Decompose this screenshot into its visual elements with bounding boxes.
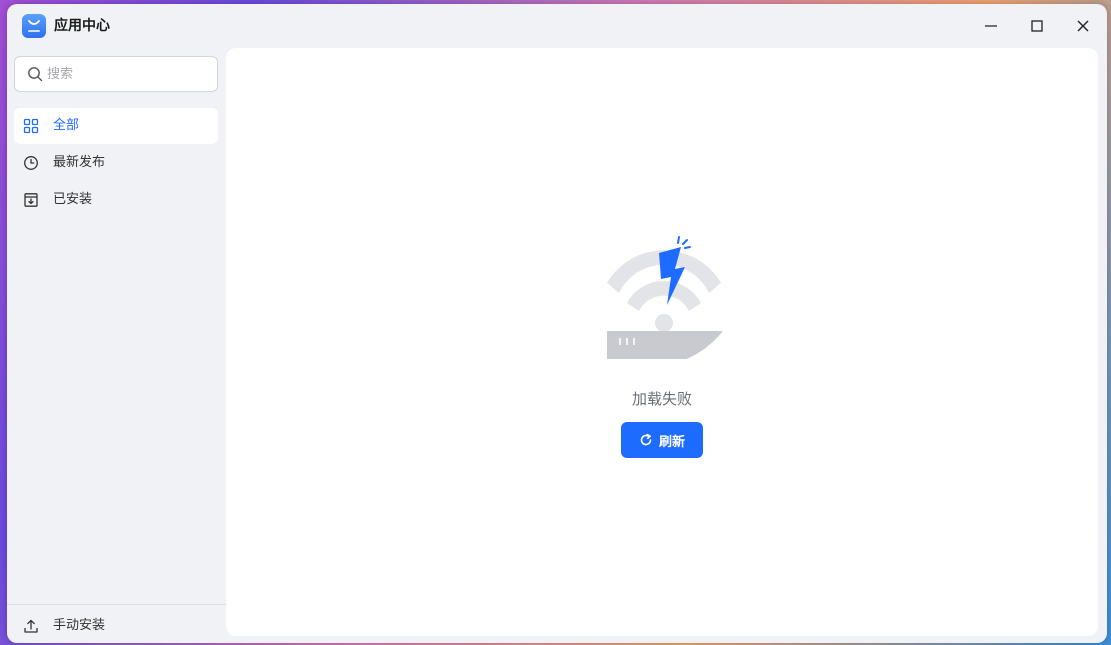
sidebar-item-all[interactable]: 全部 bbox=[14, 108, 218, 144]
refresh-label: 刷新 bbox=[658, 434, 685, 450]
app-window: 应用中心 搜索 全部 最新发布 已安装 手动安装 加载失败 刷新 bbox=[7, 4, 1107, 643]
sidebar-item-installed[interactable]: 已安装 bbox=[14, 182, 218, 218]
load-failed-text: 加载失败 bbox=[631, 390, 692, 408]
upload-icon bbox=[24, 619, 38, 633]
clock-icon bbox=[24, 156, 38, 170]
title-bar[interactable]: 应用中心 bbox=[7, 4, 1107, 48]
grid-icon bbox=[23, 118, 39, 134]
main-content: 加载失败 刷新 bbox=[226, 48, 1098, 636]
minimize-button[interactable] bbox=[976, 12, 1006, 40]
refresh-icon bbox=[640, 433, 652, 446]
manual-install-button[interactable]: 手动安装 bbox=[14, 609, 218, 643]
close-button[interactable] bbox=[1068, 12, 1098, 40]
sidebar-item-label: 已安装 bbox=[53, 192, 93, 207]
refresh-button[interactable]: 刷新 bbox=[621, 422, 703, 458]
search-box[interactable] bbox=[14, 56, 218, 92]
app-title: 应用中心 bbox=[54, 18, 110, 34]
maximize-icon bbox=[1031, 20, 1043, 32]
network-error-icon bbox=[607, 236, 723, 359]
sidebar-item-label: 全部 bbox=[53, 118, 80, 133]
sidebar: 全部 最新发布 已安装 手动安装 bbox=[7, 48, 226, 643]
store-icon bbox=[22, 14, 46, 38]
close-icon bbox=[1077, 20, 1089, 32]
sidebar-item-label: 最新发布 bbox=[53, 155, 106, 170]
install-box-icon bbox=[24, 193, 38, 207]
minimize-icon bbox=[985, 25, 997, 27]
maximize-button[interactable] bbox=[1022, 12, 1052, 40]
sidebar-item-latest[interactable]: 最新发布 bbox=[14, 145, 218, 181]
manual-install-label: 手动安装 bbox=[53, 618, 106, 633]
sidebar-divider bbox=[7, 604, 226, 605]
search-icon bbox=[28, 67, 43, 82]
search-input[interactable] bbox=[47, 63, 207, 85]
